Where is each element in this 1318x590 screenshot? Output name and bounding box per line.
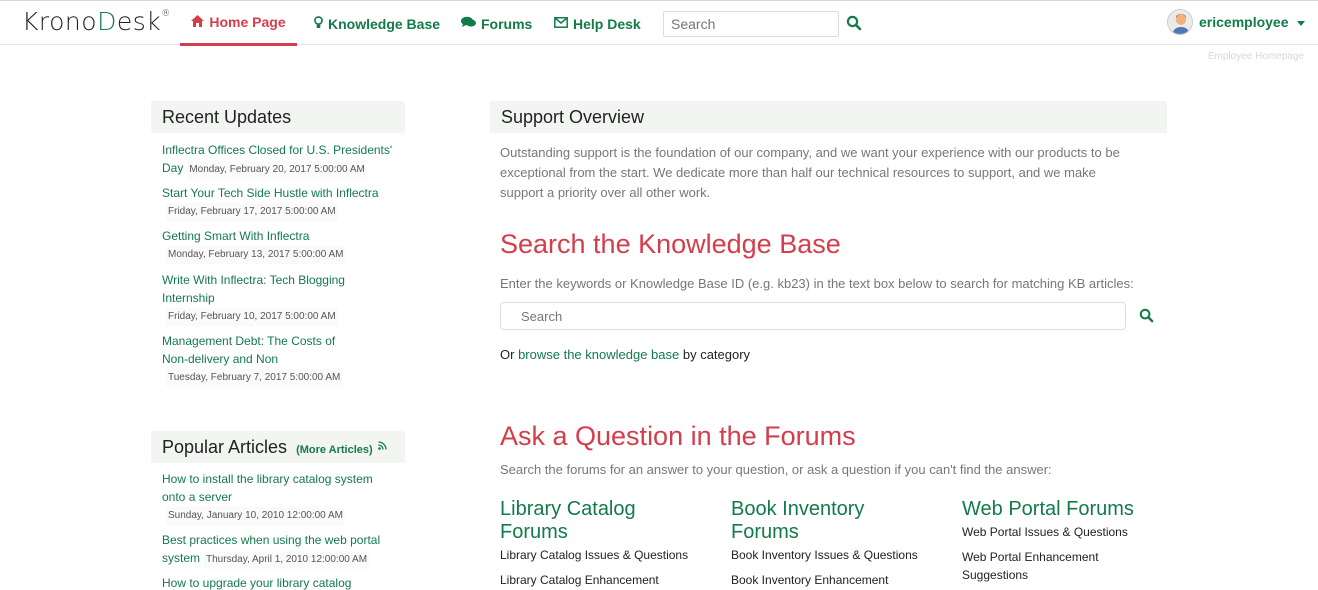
update-link[interactable]: Start Your Tech Side Hustle with Inflect… [162, 186, 379, 200]
support-overview-title: Support Overview [501, 107, 645, 127]
browse-suffix: by category [679, 347, 751, 362]
article-date: Sunday, January 10, 2010 12:00:00 AM [166, 507, 345, 525]
overview-line: support a priority over all other work. [500, 185, 711, 200]
update-link[interactable]: Getting Smart With Inflectra [162, 229, 309, 243]
comments-icon [461, 16, 476, 31]
forum-link[interactable]: Web Portal Issues & Questions [962, 523, 1177, 541]
browse-kb-line: Or browse the knowledge base by category [500, 347, 750, 362]
nav-help-desk[interactable]: Help Desk [554, 1, 641, 46]
forum-link[interactable]: Suggestions [962, 566, 1177, 584]
article-link[interactable]: system [162, 551, 200, 565]
nav-home-page[interactable]: Home Page [180, 1, 297, 46]
forum-column-web-portal: Web Portal Forums Web Portal Issues & Qu… [962, 498, 1177, 584]
kb-section-title: Search the Knowledge Base [500, 229, 841, 259]
article-link[interactable]: onto a server [162, 490, 232, 504]
nav-knowledge-base[interactable]: Knowledge Base [314, 1, 440, 46]
update-date: Tuesday, February 7, 2017 5:00:00 AM [166, 369, 343, 387]
forum-column-library-catalog: Library Catalog Forums Library Catalog I… [500, 498, 715, 589]
update-link[interactable]: Inflectra Offices Closed for U.S. Presid… [162, 143, 392, 157]
kronodesk-logo[interactable]: KronoDesk® [22, 7, 171, 36]
update-date: Monday, February 13, 2017 5:00:00 AM [166, 246, 346, 264]
article-link[interactable]: How to upgrade your library catalog [162, 576, 351, 590]
update-link[interactable]: Non-delivery and Non [162, 352, 278, 366]
list-item[interactable]: How to install the library catalog syste… [162, 470, 402, 525]
forum-column-book-inventory: Book Inventory Forums Book Inventory Iss… [731, 498, 946, 589]
forum-link[interactable]: Library Catalog Issues & Questions [500, 546, 715, 564]
article-date: Thursday, April 1, 2010 12:00:00 AM [204, 551, 370, 569]
recent-updates-title: Recent Updates [162, 107, 292, 127]
update-date: Friday, February 10, 2017 5:00:00 AM [166, 308, 338, 326]
kb-instructions: Enter the keywords or Knowledge Base ID … [500, 276, 1134, 291]
list-item[interactable]: Start Your Tech Side Hustle with Inflect… [162, 184, 402, 221]
list-item[interactable]: Best practices when using the web portal… [162, 531, 402, 569]
overview-line: Outstanding support is the foundation of… [500, 145, 1120, 160]
caret-down-icon[interactable] [1297, 21, 1305, 26]
logo-text-krono: Krono [22, 7, 98, 36]
logo-registered-mark: ® [161, 9, 171, 19]
forum-title[interactable]: Library Catalog [500, 498, 715, 521]
overview-line: exceptional from the start. We dedicate … [500, 165, 1096, 180]
logo-text-esk: esk [116, 7, 162, 36]
update-link[interactable]: Write With Inflectra: Tech Blogging [162, 273, 345, 287]
forum-link[interactable]: Book Inventory Enhancement [731, 571, 946, 589]
list-item[interactable]: Inflectra Offices Closed for U.S. Presid… [162, 141, 402, 179]
lightbulb-icon [314, 15, 323, 32]
forums-section-title: Ask a Question in the Forums [500, 421, 856, 451]
employee-homepage-link[interactable]: Employee Homepage [1208, 51, 1304, 62]
forum-title[interactable]: Web Portal Forums [962, 498, 1177, 521]
home-icon [191, 14, 205, 30]
browse-prefix: Or [500, 347, 519, 362]
kb-search-input[interactable] [500, 302, 1126, 330]
rss-icon[interactable] [377, 434, 387, 455]
forum-title[interactable]: Forums [731, 521, 946, 544]
nav-home-page-label: Home Page [209, 14, 286, 30]
forum-title[interactable]: Book Inventory [731, 498, 946, 521]
browse-kb-link[interactable]: browse the knowledge base [518, 347, 679, 362]
article-link[interactable]: Best practices when using the web portal [162, 533, 380, 547]
popular-articles-header: Popular Articles (More Articles) [151, 431, 405, 463]
forum-link[interactable]: Web Portal Enhancement [962, 548, 1177, 566]
forum-title[interactable]: Forums [500, 521, 715, 544]
support-overview-header: Support Overview [490, 101, 1167, 133]
list-item[interactable]: How to upgrade your library catalog [162, 574, 402, 590]
update-date: Friday, February 17, 2017 5:00:00 AM [166, 203, 338, 221]
forums-subtitle: Search the forums for an answer to your … [500, 462, 1052, 477]
list-item[interactable]: Getting Smart With Inflectra Monday, Feb… [162, 227, 402, 264]
update-date: Monday, February 20, 2017 5:00:00 AM [187, 161, 367, 179]
nav-knowledge-base-label: Knowledge Base [328, 15, 441, 32]
logo-text-d: D [97, 7, 117, 36]
header-search-input[interactable] [663, 11, 839, 37]
top-navbar: KronoDesk® Home Page Knowledge Base Foru… [0, 0, 1318, 46]
user-menu[interactable]: ericemployee [1167, 9, 1289, 35]
nav-help-desk-label: Help Desk [573, 15, 641, 32]
more-articles-link[interactable]: (More Articles) [296, 444, 373, 456]
recent-updates-header: Recent Updates [151, 101, 405, 133]
avatar [1167, 9, 1193, 35]
search-icon[interactable] [1139, 308, 1155, 324]
list-item[interactable]: Management Debt: The Costs of Non-delive… [162, 332, 402, 387]
update-link[interactable]: Management Debt: The Costs of [162, 334, 335, 348]
user-name[interactable]: ericemployee [1199, 14, 1289, 30]
forum-link[interactable]: Book Inventory Issues & Questions [731, 546, 946, 564]
popular-articles-title: Popular Articles [162, 437, 288, 457]
envelope-icon [554, 16, 568, 31]
search-icon[interactable] [846, 15, 864, 33]
forum-link[interactable]: Library Catalog Enhancement [500, 571, 715, 589]
update-link[interactable]: Internship [162, 291, 215, 305]
support-overview-text: Outstanding support is the foundation of… [500, 143, 1160, 203]
nav-forums-label: Forums [481, 15, 533, 32]
update-link[interactable]: Day [162, 161, 183, 175]
article-link[interactable]: How to install the library catalog syste… [162, 472, 373, 486]
list-item[interactable]: Write With Inflectra: Tech Blogging Inte… [162, 271, 402, 326]
nav-forums[interactable]: Forums [461, 1, 532, 46]
